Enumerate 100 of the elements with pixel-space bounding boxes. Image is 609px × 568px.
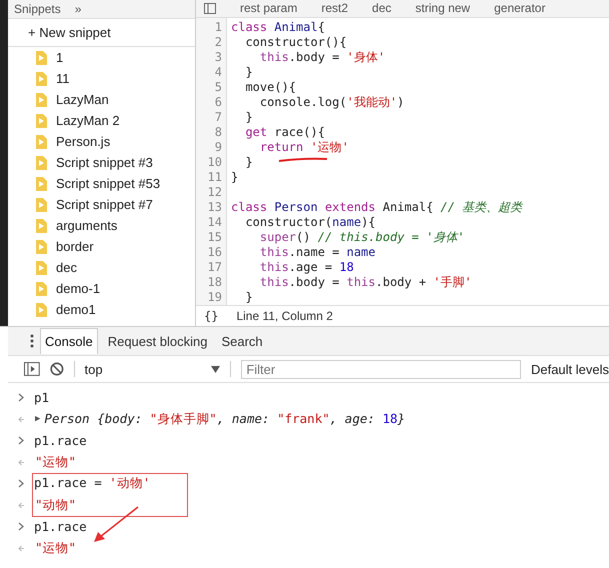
new-snippet-button[interactable]: + New snippet — [8, 19, 195, 47]
console-line: p1.race = '动物' — [34, 475, 150, 492]
levels-dropdown[interactable]: Default levels — [530, 362, 609, 376]
line-number: 13 — [206, 200, 223, 215]
line-number: 16 — [206, 244, 223, 260]
file-icon — [36, 176, 47, 190]
file-tab[interactable]: rest param — [240, 1, 298, 16]
annotation-arrow — [92, 505, 140, 543]
line-number: 4 — [214, 64, 223, 80]
console-line: Person {body: "身体手脚", name: "frank", age: 18} — [44, 410, 406, 428]
file-tab[interactable]: generator — [494, 1, 546, 16]
snippet-item[interactable]: LazyMan — [8, 89, 195, 110]
file-icon — [36, 260, 47, 274]
console-line: p1.race — [34, 433, 87, 448]
file-icon — [36, 302, 47, 316]
expand-toggle[interactable]: ▶ — [35, 414, 40, 424]
line-number: 9 — [214, 140, 223, 155]
input-prompt-icon — [18, 479, 24, 488]
menu-icon[interactable] — [30, 334, 34, 348]
line-number: 12 — [206, 184, 223, 200]
snippet-item[interactable]: Script snippet #7 — [8, 194, 195, 215]
console-line: p1.race — [34, 519, 87, 534]
snippet-item[interactable]: demo1 — [8, 299, 195, 320]
panel-title[interactable]: Snippets — [14, 2, 61, 16]
snippet-item[interactable]: Script snippet #53 — [8, 173, 195, 194]
clear-icon[interactable] — [50, 362, 64, 376]
line-number: 15 — [206, 230, 223, 245]
result-arrow-icon — [18, 458, 25, 466]
code-line: class Person extends Animal{ // 基类、超类 — [231, 200, 522, 214]
file-icon — [36, 282, 47, 296]
code-line: constructor(name){ — [244, 214, 376, 229]
input-prompt-icon — [18, 522, 24, 532]
code-line: this.age = 18 — [258, 260, 354, 274]
sidebar-toggle-icon[interactable] — [204, 2, 216, 14]
line-number: 7 — [214, 110, 223, 125]
file-tab[interactable]: rest2 — [321, 1, 348, 16]
code-line: } — [244, 290, 253, 304]
line-number: 14 — [206, 214, 223, 230]
file-tab[interactable]: dec — [372, 1, 392, 16]
line-number: 19 — [206, 290, 223, 305]
console-line: "运物" — [35, 540, 76, 557]
line-number: 3 — [214, 50, 223, 65]
code-line: class Animal{ — [231, 20, 325, 34]
code-line: return '运物' — [258, 140, 349, 154]
file-icon — [36, 198, 47, 212]
filter-field[interactable]: Filter — [241, 360, 521, 378]
result-arrow-icon — [18, 416, 25, 423]
file-icon — [36, 72, 47, 86]
console-line: p1 — [34, 390, 50, 406]
result-arrow-icon — [18, 502, 25, 509]
file-icon — [36, 114, 47, 128]
drawer-tab[interactable]: Console — [40, 328, 98, 354]
file-icon — [36, 240, 47, 254]
code-line: } — [244, 64, 253, 79]
line-number: 17 — [206, 260, 223, 275]
line-number: 5 — [214, 80, 223, 95]
drawer-tab[interactable]: Request blocking — [104, 328, 212, 354]
line-number: 2 — [214, 34, 223, 50]
sidebar-toggle-icon[interactable] — [24, 362, 40, 376]
snippet-item[interactable]: dec — [8, 257, 195, 278]
file-icon — [36, 156, 47, 170]
line-number: 10 — [206, 154, 223, 170]
context-dropdown[interactable]: top — [84, 362, 220, 376]
file-icon — [36, 92, 47, 106]
line-number: 11 — [206, 170, 223, 185]
console-line: "动物" — [35, 496, 76, 514]
file-tab[interactable]: string new — [415, 1, 470, 16]
line-number: 1 — [214, 20, 223, 35]
code-line: } — [244, 154, 253, 169]
line-number: 18 — [206, 274, 223, 290]
snippet-item[interactable]: 11 — [8, 68, 195, 89]
annotation-underline — [277, 156, 329, 163]
code-line: this.body = '身体' — [258, 50, 386, 64]
code-line: this.name = name — [258, 244, 376, 259]
snippet-item[interactable]: 1 — [8, 47, 195, 68]
console-line: "运物" — [35, 454, 76, 471]
snippet-item[interactable]: demo-1 — [8, 278, 195, 299]
code-line: super() // this.body = '身体' — [258, 230, 465, 244]
snippet-item[interactable]: LazyMan 2 — [8, 110, 195, 131]
drawer-tab[interactable]: Search — [217, 328, 267, 354]
pretty-print-button[interactable]: {} — [204, 308, 218, 323]
cursor-position: Line 11, Column 2 — [236, 308, 333, 323]
code-line: console.log('我能动') — [258, 94, 404, 109]
snippet-item[interactable]: border — [8, 236, 195, 257]
file-icon — [36, 218, 47, 232]
snippet-item[interactable]: arguments — [8, 215, 195, 236]
result-arrow-icon — [18, 544, 25, 552]
input-prompt-icon — [18, 436, 24, 446]
line-number: 8 — [214, 124, 223, 140]
input-prompt-icon — [18, 393, 24, 402]
code-line: move(){ — [244, 80, 296, 94]
code-line: } — [231, 170, 238, 184]
more-tabs[interactable]: » — [74, 2, 82, 16]
code-line: constructor(){ — [244, 34, 347, 49]
code-line: } — [244, 110, 253, 124]
file-icon — [36, 50, 47, 64]
caret-icon — [211, 366, 220, 372]
snippet-item[interactable]: Person.js — [8, 131, 195, 152]
snippet-item[interactable]: Script snippet #3 — [8, 152, 195, 173]
line-number: 6 — [214, 94, 223, 110]
